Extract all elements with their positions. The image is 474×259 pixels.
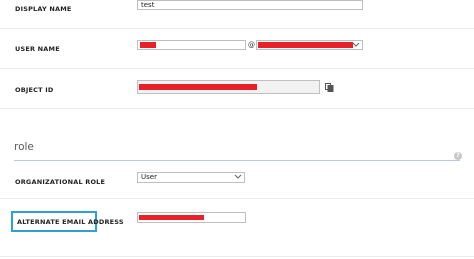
org-role-select[interactable]: User [137, 172, 245, 183]
domain-select[interactable] [256, 40, 363, 50]
redacted-username [140, 42, 156, 48]
row-divider [0, 68, 474, 69]
alt-email-input[interactable] [137, 212, 246, 223]
object-id-label: OBJECT ID [15, 86, 54, 94]
org-role-label: ORGANIZATIONAL ROLE [15, 178, 106, 186]
chevron-down-icon [352, 42, 360, 47]
row-divider [0, 198, 474, 199]
user-name-input[interactable] [137, 40, 246, 50]
chevron-down-icon [234, 174, 242, 179]
row-divider [0, 256, 474, 257]
redacted-object-id [139, 84, 257, 90]
help-icon[interactable]: ? [454, 152, 462, 160]
display-name-input[interactable]: test [137, 0, 363, 10]
redacted-domain [258, 42, 353, 48]
user-name-label: USER NAME [15, 45, 60, 53]
copy-icon[interactable] [325, 83, 334, 92]
org-role-value: User [141, 173, 157, 181]
object-id-field [137, 80, 320, 94]
alt-email-label: ALTERNATE EMAIL ADDRESS [17, 218, 124, 226]
row-divider [0, 28, 474, 29]
redacted-alt-email [139, 215, 204, 220]
at-symbol: @ [248, 41, 255, 49]
display-name-label: DISPLAY NAME [15, 5, 72, 13]
section-title-role: role [14, 141, 34, 153]
row-divider [0, 108, 474, 109]
section-divider [14, 160, 460, 161]
